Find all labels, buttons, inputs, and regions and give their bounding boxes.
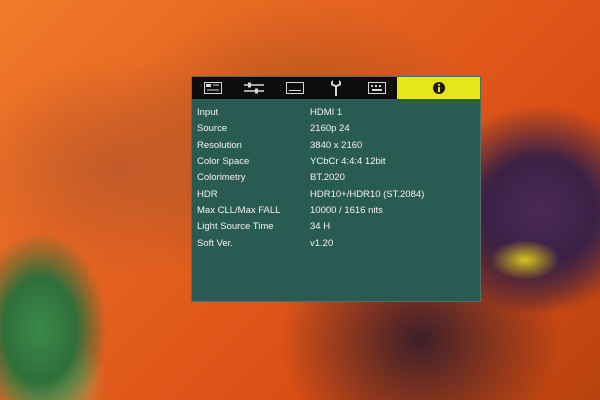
info-value: HDR10+/HDR10 (ST.2084) (310, 188, 425, 200)
info-row-color-space: Color Space YCbCr 4:4:4 12bit (197, 154, 480, 170)
osd-menu-panel: Input HDMI 1 Source 2160p 24 Resolution … (191, 76, 481, 302)
info-row-hdr: HDR HDR10+/HDR10 (ST.2084) (197, 186, 480, 202)
info-row-input: Input HDMI 1 (197, 105, 480, 121)
keyboard-icon (367, 82, 386, 94)
info-value: 34 H (310, 221, 331, 233)
info-value: v1.20 (310, 237, 334, 249)
info-row-light-source-time: Light Source Time 34 H (197, 219, 480, 235)
info-value: 10000 / 1616 nits (310, 204, 383, 216)
info-row-max-cll-fall: Max CLL/Max FALL 10000 / 1616 nits (197, 203, 480, 219)
info-label: Soft Ver. (197, 237, 233, 249)
info-row-soft-ver: Soft Ver. v1.20 (197, 235, 480, 251)
info-icon (432, 82, 445, 94)
tab-screen[interactable] (274, 77, 315, 99)
info-value: HDMI 1 (310, 107, 343, 119)
info-value: BT.2020 (310, 172, 345, 184)
info-label: Input (197, 107, 219, 119)
info-list: Input HDMI 1 Source 2160p 24 Resolution … (192, 99, 480, 252)
tab-settings[interactable] (233, 77, 274, 99)
info-label: Source (197, 123, 228, 135)
info-label: HDR (197, 188, 218, 200)
tab-keyboard[interactable] (356, 77, 397, 99)
info-label: Light Source Time (197, 221, 274, 233)
info-value: 2160p 24 (310, 123, 350, 135)
info-value: 3840 x 2160 (310, 139, 363, 151)
info-label: Resolution (197, 139, 242, 151)
tab-picture[interactable] (192, 77, 233, 99)
screen-icon (285, 82, 304, 94)
tab-setup[interactable] (315, 77, 356, 99)
info-row-colorimetry: Colorimetry BT.2020 (197, 170, 480, 186)
menu-tab-bar (192, 77, 480, 99)
info-row-resolution: Resolution 3840 x 2160 (197, 138, 480, 154)
wrench-icon (330, 80, 341, 96)
info-label: Max CLL/Max FALL (197, 204, 281, 216)
info-value: YCbCr 4:4:4 12bit (310, 156, 386, 168)
info-row-source: Source 2160p 24 (197, 121, 480, 137)
info-label: Colorimetry (197, 172, 246, 184)
info-label: Color Space (197, 156, 250, 168)
picture-icon (203, 82, 222, 94)
tab-information[interactable] (397, 77, 480, 99)
settings-sliders-icon (243, 82, 264, 94)
